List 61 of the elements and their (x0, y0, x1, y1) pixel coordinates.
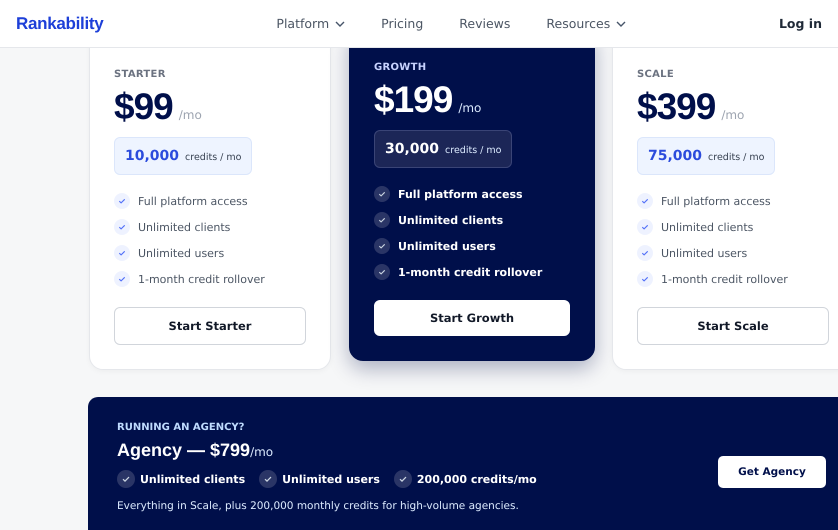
plan-price: $199 (374, 79, 452, 121)
logo[interactable]: Rankability (16, 14, 104, 34)
check-icon (114, 193, 130, 209)
feature-text: Unlimited clients (398, 214, 504, 226)
check-icon (394, 470, 412, 488)
login-link[interactable]: Log in (778, 16, 822, 31)
check-icon (374, 186, 390, 202)
credits-unit: credits / mo (708, 152, 764, 163)
plan-price: $99 (114, 86, 173, 128)
check-icon (637, 271, 653, 287)
check-icon (637, 245, 653, 261)
plan-name: STARTER (114, 69, 167, 80)
nav-link[interactable]: Platform (276, 16, 346, 31)
feature-text: Full platform access (661, 194, 771, 208)
feature-text: Full platform access (398, 188, 523, 200)
start-plan-button[interactable]: Start Growth (374, 300, 570, 336)
get-agency-button[interactable]: Get Agency (718, 456, 826, 488)
feature-text: Full platform access (138, 194, 248, 208)
nav-link[interactable]: Pricing (381, 16, 424, 31)
feature-text: Unlimited clients (661, 220, 754, 234)
start-plan-button[interactable]: Start Scale (637, 307, 829, 345)
price-period: /mo (178, 108, 202, 122)
plan-name: SCALE (637, 69, 675, 80)
check-icon (374, 212, 390, 228)
credits-amount: 10,000 (125, 148, 180, 164)
check-icon (114, 219, 130, 235)
credits-amount: 30,000 (385, 141, 440, 157)
price-period: /mo (250, 445, 274, 459)
chevron-down-icon (335, 20, 346, 26)
plan-price: $399 (637, 86, 716, 128)
agency-eyebrow: RUNNING AN AGENCY? (117, 422, 246, 433)
check-icon (259, 470, 278, 488)
price-period: /mo (458, 101, 482, 115)
credits-unit: credits / mo (445, 145, 502, 156)
feature-text: Unlimited users (398, 240, 496, 252)
feature-text: Unlimited users (138, 246, 224, 260)
feature-text: Unlimited users (282, 472, 380, 486)
feature-text: 1-month credit rollover (661, 272, 788, 286)
check-icon (637, 219, 653, 235)
credits-amount: 75,000 (648, 148, 702, 164)
check-icon (637, 193, 653, 209)
feature-text: Unlimited clients (138, 220, 230, 234)
feature-text: Unlimited users (661, 246, 748, 260)
agency-title: Agency — $799 (117, 440, 250, 461)
feature-text: 200,000 credits/mo (416, 472, 537, 486)
check-icon (374, 264, 390, 280)
nav-link[interactable]: Reviews (459, 16, 510, 31)
check-icon (117, 470, 135, 488)
check-icon (374, 238, 390, 254)
start-plan-button[interactable]: Start Starter (114, 307, 306, 345)
agency-description: Everything in Scale, plus 200,000 monthly credits for high-volume agencies. (117, 500, 520, 512)
feature-text: Unlimited clients (140, 472, 246, 486)
nav-link[interactable]: Resources (546, 16, 626, 31)
plan-name: GROWTH (374, 62, 428, 73)
feature-text: 1-month credit rollover (138, 272, 265, 286)
check-icon (114, 271, 130, 287)
credits-unit: credits / mo (185, 152, 242, 163)
check-icon (114, 245, 130, 261)
chevron-down-icon (616, 20, 626, 26)
feature-text: 1-month credit rollover (398, 266, 542, 278)
price-period: /mo (721, 108, 744, 122)
